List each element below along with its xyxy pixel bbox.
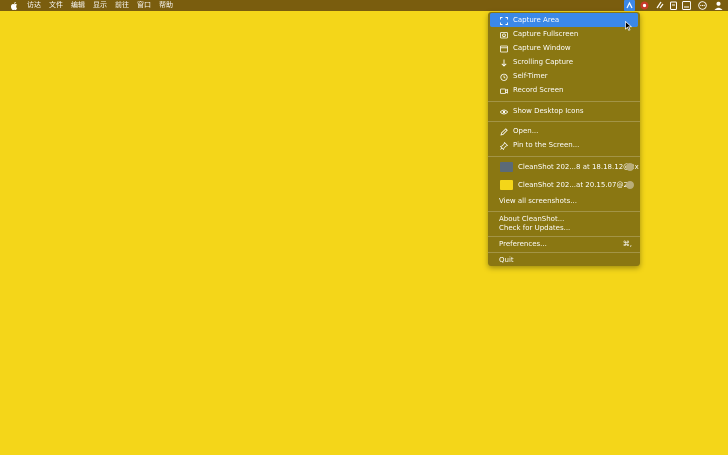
mouse-cursor-icon [625,16,633,35]
menu-item-open[interactable]: Open... [488,124,640,138]
menu-item-label: Capture Fullscreen [513,30,579,38]
video-camera-icon [500,86,508,94]
recent-screenshot-badge-icon[interactable] [626,181,634,189]
menu-item-quit[interactable]: Quit [488,253,640,267]
menu-item-label: Capture Window [513,44,571,52]
menu-item-label: Capture Area [513,16,560,24]
recent-screenshot-name: CleanShot 202...at 20.15.07@2x [518,181,633,189]
menu-item-capture-fullscreen[interactable]: Capture Fullscreen [488,27,640,41]
timer-icon [500,72,508,81]
menu-separator [488,101,640,102]
eye-icon [499,107,509,115]
menu-go[interactable]: 前往 [115,0,129,11]
menu-item-record-screen[interactable]: Record Screen [488,83,640,97]
menu-separator [488,156,640,157]
menu-item-pin-to-screen[interactable]: Pin to the Screen... [488,138,640,152]
user-icon[interactable] [714,1,724,10]
screenshot-thumbnail [500,162,513,172]
menu-item-label: Preferences... [499,240,547,248]
capture-area-icon [500,16,508,25]
status-tray [618,0,728,11]
record-icon[interactable] [640,1,650,10]
menu-item-check-updates[interactable]: Check for Updates... [488,221,640,235]
clipboard-icon[interactable] [669,1,679,10]
pin-icon [499,141,509,151]
menu-item-capture-window[interactable]: Capture Window [488,41,640,55]
menu-item-label: Check for Updates... [499,224,571,232]
menu-item-label: Self-Timer [513,72,548,80]
control-center-icon[interactable] [682,1,692,10]
menu-item-capture-area[interactable]: Capture Area [490,13,638,27]
screenshot-thumbnail [500,180,513,190]
menu-bar: 访达 文件 编辑 显示 前往 窗口 帮助 [0,0,728,11]
cleanshot-dropdown-menu: Capture Area Capture Fullscreen Capture … [488,12,640,266]
menu-item-view-all-screenshots[interactable]: View all screenshots... [488,194,640,208]
cleanshot-tray-icon[interactable] [624,0,635,11]
menu-item-preferences[interactable]: Preferences... ⌘, [488,237,640,251]
apple-icon[interactable] [11,0,19,11]
menu-view[interactable]: 显示 [93,0,107,11]
menu-item-label: Pin to the Screen... [513,141,580,149]
preferences-shortcut: ⌘, [622,240,632,248]
menu-edit[interactable]: 编辑 [71,0,85,11]
menu-help[interactable]: 帮助 [159,0,173,11]
arrow-down-icon [500,58,508,67]
menu-finder[interactable]: 访达 [27,0,41,11]
menu-window[interactable]: 窗口 [137,0,151,11]
menu-item-label: Quit [499,256,514,264]
menu-item-label: Record Screen [513,86,564,94]
menu-file[interactable]: 文件 [49,0,63,11]
camera-icon [500,30,508,39]
menu-separator [488,121,640,122]
recent-screenshot-name: CleanShot 202...8 at 18.18.12@2x [518,163,639,171]
menu-item-self-timer[interactable]: Self-Timer [488,69,640,83]
recent-screenshot-item[interactable]: CleanShot 202...8 at 18.18.12@2x [488,160,640,174]
more-icon[interactable] [698,1,708,10]
menu-item-scrolling-capture[interactable]: Scrolling Capture [488,55,640,69]
recent-screenshot-item[interactable]: CleanShot 202...at 20.15.07@2x [488,178,640,192]
window-icon [500,44,508,53]
recent-screenshot-badge-icon[interactable] [626,163,634,171]
menu-item-label: Show Desktop Icons [513,107,584,115]
menu-item-label: Open... [513,127,539,135]
pencil-icon [500,127,508,136]
menu-item-label: View all screenshots... [499,197,577,205]
music-icon[interactable] [655,1,665,10]
menu-item-show-desktop-icons[interactable]: Show Desktop Icons [488,104,640,118]
menu-item-label: Scrolling Capture [513,58,574,66]
